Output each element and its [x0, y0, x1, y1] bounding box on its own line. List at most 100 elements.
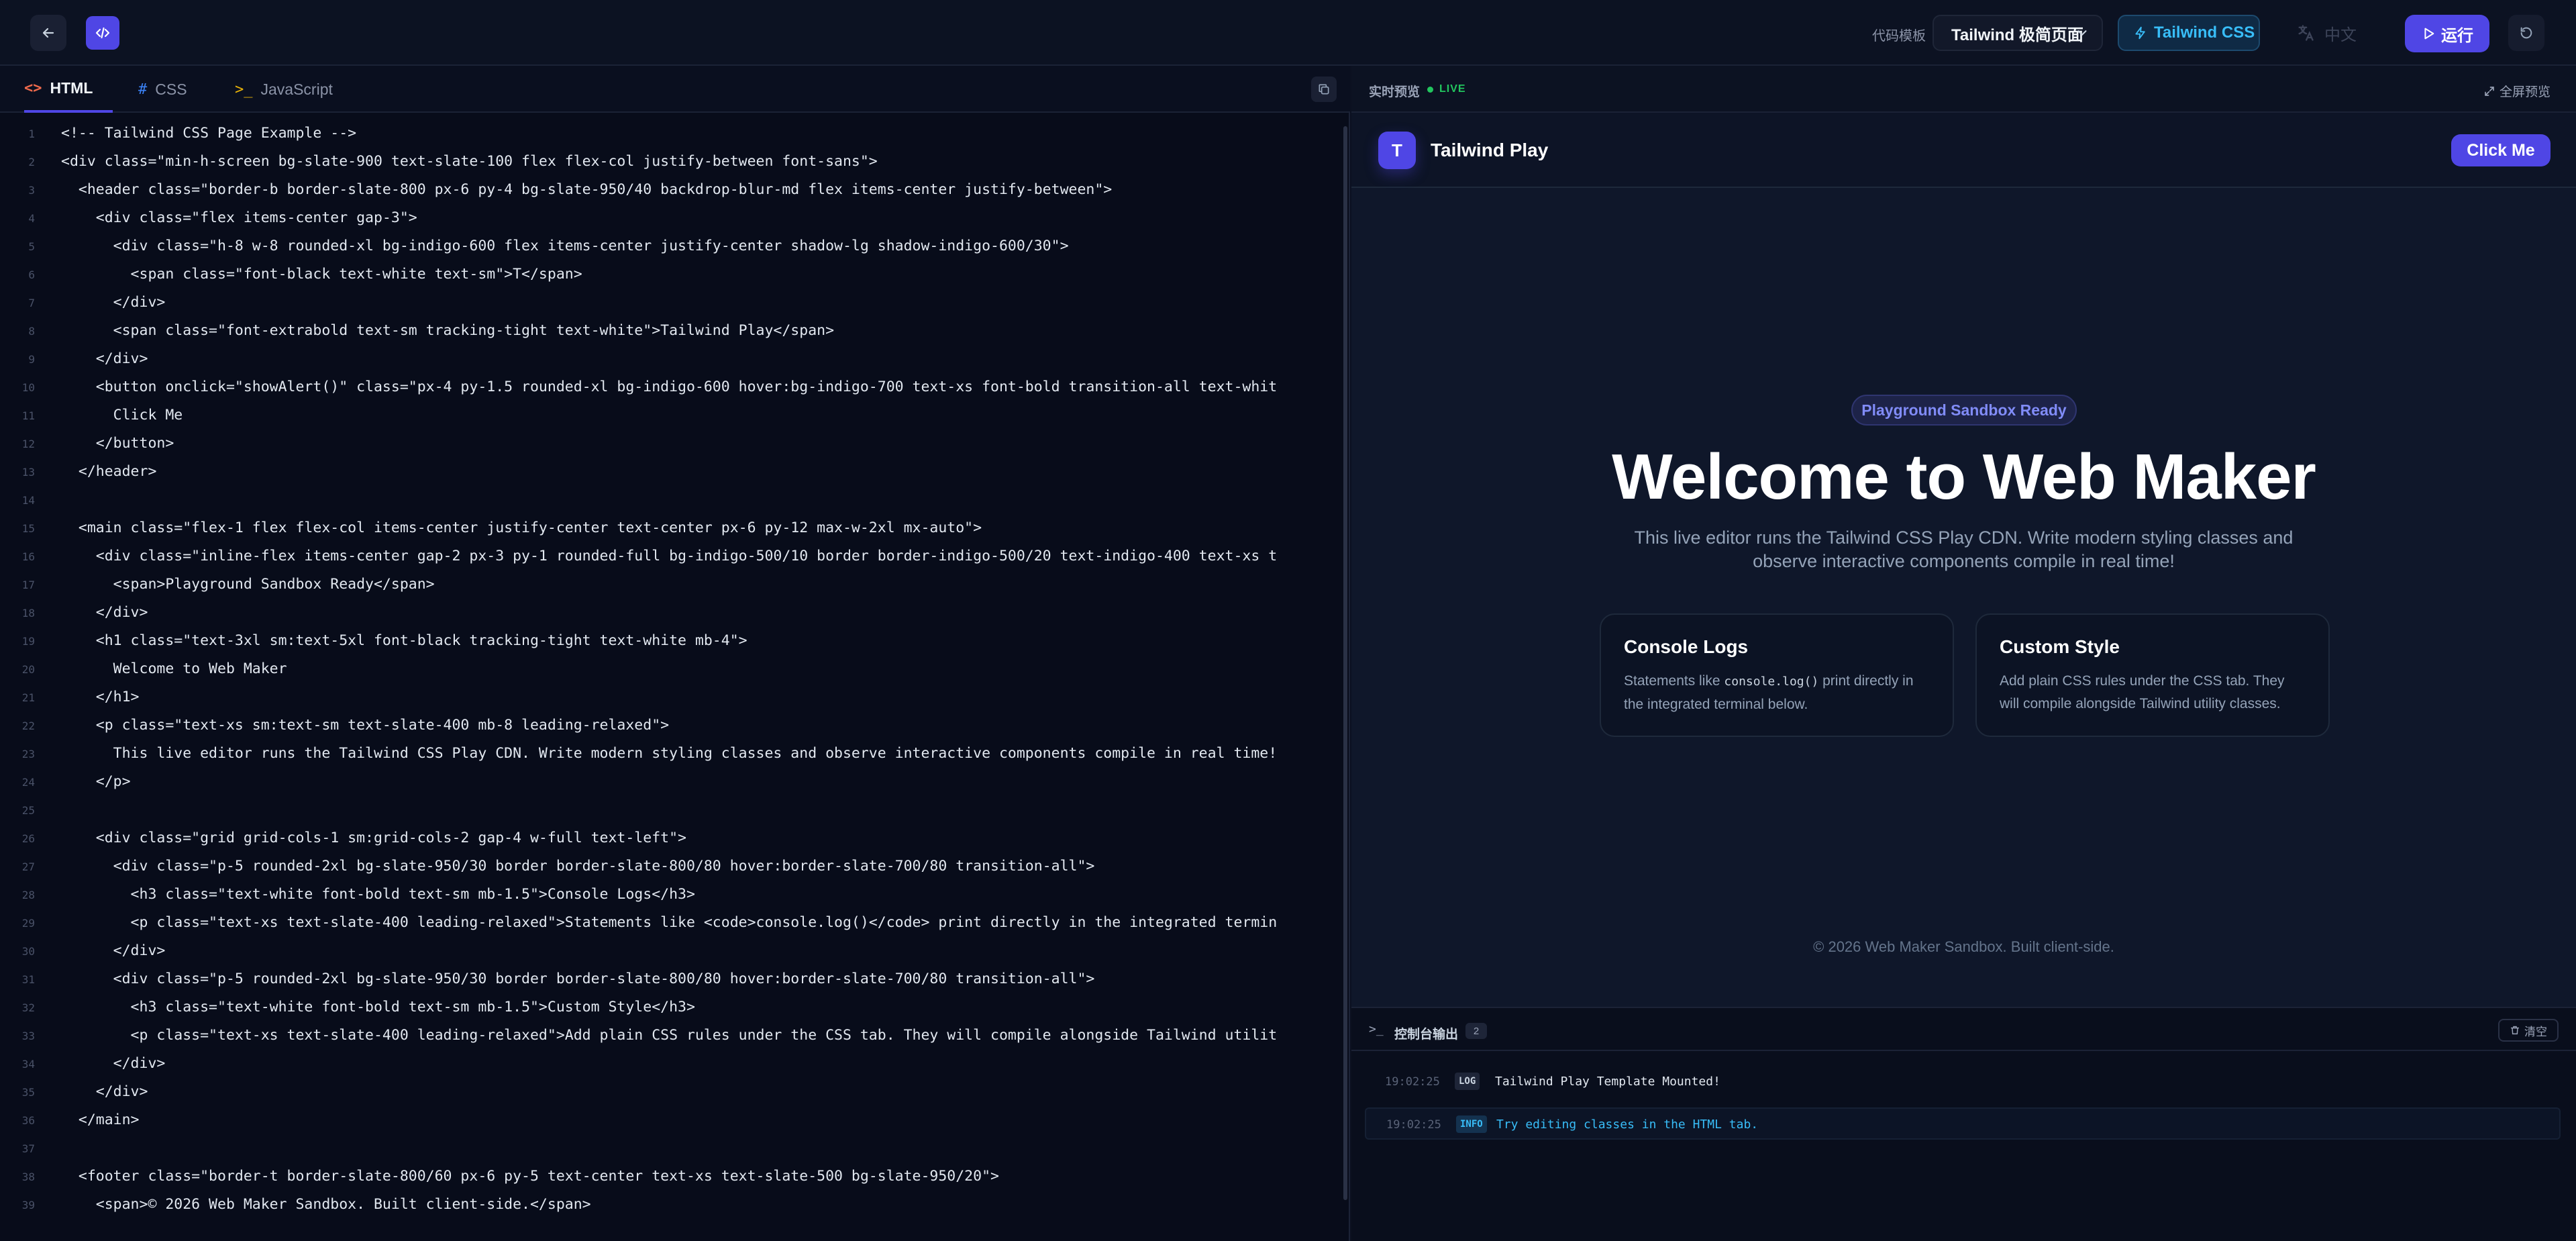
live-label: LIVE — [1439, 83, 1466, 95]
line-number: 1 — [28, 128, 35, 140]
code-line[interactable]: 36 </main> — [0, 1106, 1342, 1134]
expand-icon — [2485, 86, 2494, 96]
run-button[interactable]: 运行 — [2405, 15, 2489, 52]
line-number: 37 — [21, 1142, 35, 1155]
code-line[interactable]: 25 — [0, 796, 1342, 824]
code-line[interactable]: 39 <span>© 2026 Web Maker Sandbox. Built… — [0, 1191, 1342, 1219]
card-title: Console Logs — [1624, 636, 1749, 657]
line-number: 17 — [21, 579, 35, 591]
line-number: 28 — [21, 889, 35, 901]
code-line[interactable]: 13 </header> — [0, 458, 1342, 486]
line-text: </div> — [61, 1055, 166, 1072]
line-text: <span>Playground Sandbox Ready</span> — [61, 576, 435, 593]
clear-console-button[interactable]: 清空 — [2498, 1019, 2559, 1042]
line-number: 2 — [28, 156, 35, 168]
tab-css[interactable]: # CSS — [138, 66, 187, 113]
line-number: 11 — [21, 409, 35, 422]
preview-frame: T Tailwind Play Click Me Playground Sand… — [1351, 113, 2576, 1007]
code-line[interactable]: 5 <div class="h-8 w-8 rounded-xl bg-indi… — [0, 232, 1342, 260]
tab-javascript[interactable]: >_ JavaScript — [235, 66, 333, 113]
code-line[interactable]: 21 </h1> — [0, 683, 1342, 711]
css-tab-icon: # — [138, 81, 148, 98]
line-text: </main> — [61, 1111, 140, 1128]
code-line[interactable]: 24 </p> — [0, 768, 1342, 796]
card-title: Custom Style — [2000, 636, 2120, 657]
line-number: 10 — [21, 381, 35, 394]
code-line[interactable]: 7 </div> — [0, 289, 1342, 317]
copy-icon — [1319, 84, 1329, 95]
line-number: 25 — [21, 804, 35, 817]
line-number: 20 — [21, 663, 35, 676]
app-logo — [86, 16, 119, 50]
tailwind-css-toggle[interactable]: Tailwind CSS — [2118, 15, 2260, 51]
code-line[interactable]: 27 <div class="p-5 rounded-2xl bg-slate-… — [0, 852, 1342, 881]
code-line[interactable]: 2 <div class="min-h-screen bg-slate-900 t… — [0, 148, 1342, 176]
code-line[interactable]: 3 <header class="border-b border-slate-8… — [0, 176, 1342, 204]
log-time: 19:02:25 — [1386, 1118, 1441, 1132]
app-header: T Tailwind Play Click Me — [1351, 113, 2576, 188]
terminal-icon: >_ — [1369, 1022, 1384, 1036]
line-text: <footer class="border-t border-slate-800… — [61, 1168, 999, 1185]
copy-code-button[interactable] — [1311, 77, 1337, 102]
code-line[interactable]: 38 <footer class="border-t border-slate-… — [0, 1162, 1342, 1191]
line-text: <main class="flex-1 flex flex-col items-… — [61, 519, 982, 536]
code-line[interactable]: 29 <p class="text-xs text-slate-400 lead… — [0, 909, 1342, 937]
code-line[interactable]: 20 Welcome to Web Maker — [0, 655, 1342, 683]
click-me-button[interactable]: Click Me — [2451, 134, 2551, 166]
code-line[interactable]: 33 <p class="text-xs text-slate-400 lead… — [0, 1022, 1342, 1050]
code-line[interactable]: 17 <span>Playground Sandbox Ready</span> — [0, 570, 1342, 599]
reset-button[interactable] — [2508, 15, 2544, 51]
line-text: <div class="p-5 rounded-2xl bg-slate-950… — [61, 971, 1095, 987]
code-line[interactable]: 1 <!-- Tailwind CSS Page Example --> — [0, 119, 1342, 148]
code-line[interactable]: 34 </div> — [0, 1050, 1342, 1078]
line-text: <div class="h-8 w-8 rounded-xl bg-indigo… — [61, 238, 1069, 254]
log-entry: 19:02:25 INFO Try editing classes in the… — [1365, 1107, 2561, 1140]
code-line[interactable]: 8 <span class="font-extrabold text-sm tr… — [0, 317, 1342, 345]
line-number: 8 — [28, 325, 35, 338]
template-select[interactable]: Tailwind 极简页面 — [1933, 15, 2103, 51]
code-line[interactable]: 12 </button> — [0, 430, 1342, 458]
line-number: 38 — [21, 1171, 35, 1183]
code-line[interactable]: 10 <button onclick="showAlert()" class="… — [0, 373, 1342, 401]
code-line[interactable]: 18 </div> — [0, 599, 1342, 627]
code-line[interactable]: 31 <div class="p-5 rounded-2xl bg-slate-… — [0, 965, 1342, 993]
clear-label: 清空 — [2524, 1025, 2547, 1038]
code-line[interactable]: 32 <h3 class="text-white font-bold text-… — [0, 993, 1342, 1022]
hero-subtitle: This live editor runs the Tailwind CSS P… — [1634, 528, 2294, 571]
fullscreen-preview-button[interactable]: 全屏预览 — [2483, 82, 2551, 100]
code-area[interactable]: 1 <!-- Tailwind CSS Page Example --> 2 <div… — [0, 119, 1342, 1240]
code-line[interactable]: 6 <span class="font-black text-white tex… — [0, 260, 1342, 289]
line-text: Click Me — [61, 407, 183, 424]
reset-icon — [2520, 27, 2532, 39]
line-text: <h1 class="text-3xl sm:text-5xl font-bla… — [61, 632, 748, 649]
top-bar: 代码模板 Tailwind 极简页面 Tailwind CSS 中文 运行 — [0, 0, 2576, 66]
code-line[interactable]: 19 <h1 class="text-3xl sm:text-5xl font-… — [0, 627, 1342, 655]
code-line[interactable]: 28 <h3 class="text-white font-bold text-… — [0, 881, 1342, 909]
code-line[interactable]: 22 <p class="text-xs sm:text-sm text-sla… — [0, 711, 1342, 740]
code-line[interactable]: 16 <div class="inline-flex items-center … — [0, 542, 1342, 570]
code-line[interactable]: 37 — [0, 1134, 1342, 1162]
line-text: </header> — [61, 463, 157, 480]
language-button[interactable]: 中文 — [2296, 15, 2377, 51]
line-number: 31 — [21, 973, 35, 986]
back-button[interactable] — [30, 15, 66, 51]
card-text: Statements like console.log() print dire… — [1624, 670, 1930, 716]
code-line[interactable]: 30 </div> — [0, 937, 1342, 965]
code-line[interactable]: 14 — [0, 486, 1342, 514]
back-arrow-icon — [42, 28, 54, 38]
editor-scrollbar[interactable] — [1343, 126, 1347, 1200]
lightning-icon — [2135, 26, 2145, 40]
code-line[interactable]: 9 </div> — [0, 345, 1342, 373]
line-number: 30 — [21, 945, 35, 958]
code-line[interactable]: 15 <main class="flex-1 flex flex-col ite… — [0, 514, 1342, 542]
code-line[interactable]: 35 </div> — [0, 1078, 1342, 1106]
tab-html[interactable]: <> HTML — [24, 66, 113, 113]
code-line[interactable]: 23 This live editor runs the Tailwind CS… — [0, 740, 1342, 768]
play-icon — [2424, 28, 2434, 40]
code-line[interactable]: 11 Click Me — [0, 401, 1342, 430]
code-line[interactable]: 4 <div class="flex items-center gap-3"> — [0, 204, 1342, 232]
code-line[interactable]: 26 <div class="grid grid-cols-1 sm:grid-… — [0, 824, 1342, 852]
line-text: <p class="text-xs sm:text-sm text-slate-… — [61, 717, 670, 734]
editor-tabs: <> HTML # CSS >_ JavaScript — [0, 66, 1350, 113]
card-code: console.log() — [1724, 675, 1819, 689]
